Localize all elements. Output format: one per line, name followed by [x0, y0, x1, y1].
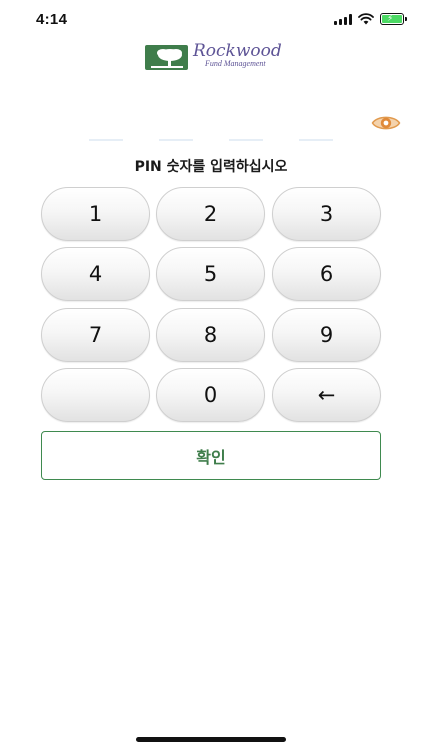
pin-slot — [159, 139, 193, 141]
pin-prompt: PIN 숫자를 입력하십시오 — [134, 159, 288, 175]
status-time: 4:14 — [36, 11, 68, 28]
key-6[interactable]: 6 — [272, 247, 381, 301]
eye-icon[interactable] — [371, 113, 401, 133]
key-2[interactable]: 2 — [156, 187, 265, 241]
rockwood-logo: Rockwood Fund Management — [145, 41, 282, 72]
tree-icon — [145, 45, 188, 70]
key-7[interactable]: 7 — [41, 308, 150, 362]
key-3[interactable]: 3 — [272, 187, 381, 241]
key-0[interactable]: 0 — [156, 368, 265, 422]
key-1[interactable]: 1 — [41, 187, 150, 241]
signal-icon — [334, 13, 352, 25]
logo-text: Rockwood — [193, 41, 282, 61]
status-bar: 4:14 ⚡ — [0, 0, 422, 40]
pin-slot — [299, 139, 333, 141]
confirm-button[interactable]: 확인 — [41, 431, 381, 480]
pin-slot — [89, 139, 123, 141]
key-8[interactable]: 8 — [156, 308, 265, 362]
status-icons: ⚡ — [334, 12, 407, 26]
pin-slot — [229, 139, 263, 141]
key-4[interactable]: 4 — [41, 247, 150, 301]
key-5[interactable]: 5 — [156, 247, 265, 301]
wifi-icon — [358, 13, 374, 25]
key-9[interactable]: 9 — [272, 308, 381, 362]
key-blank[interactable] — [41, 368, 150, 422]
battery-charging-icon: ⚡ — [380, 13, 407, 25]
logo-subtext: Fund Management — [205, 59, 266, 68]
home-indicator[interactable] — [136, 737, 286, 742]
backspace-key[interactable]: ← — [272, 368, 381, 422]
